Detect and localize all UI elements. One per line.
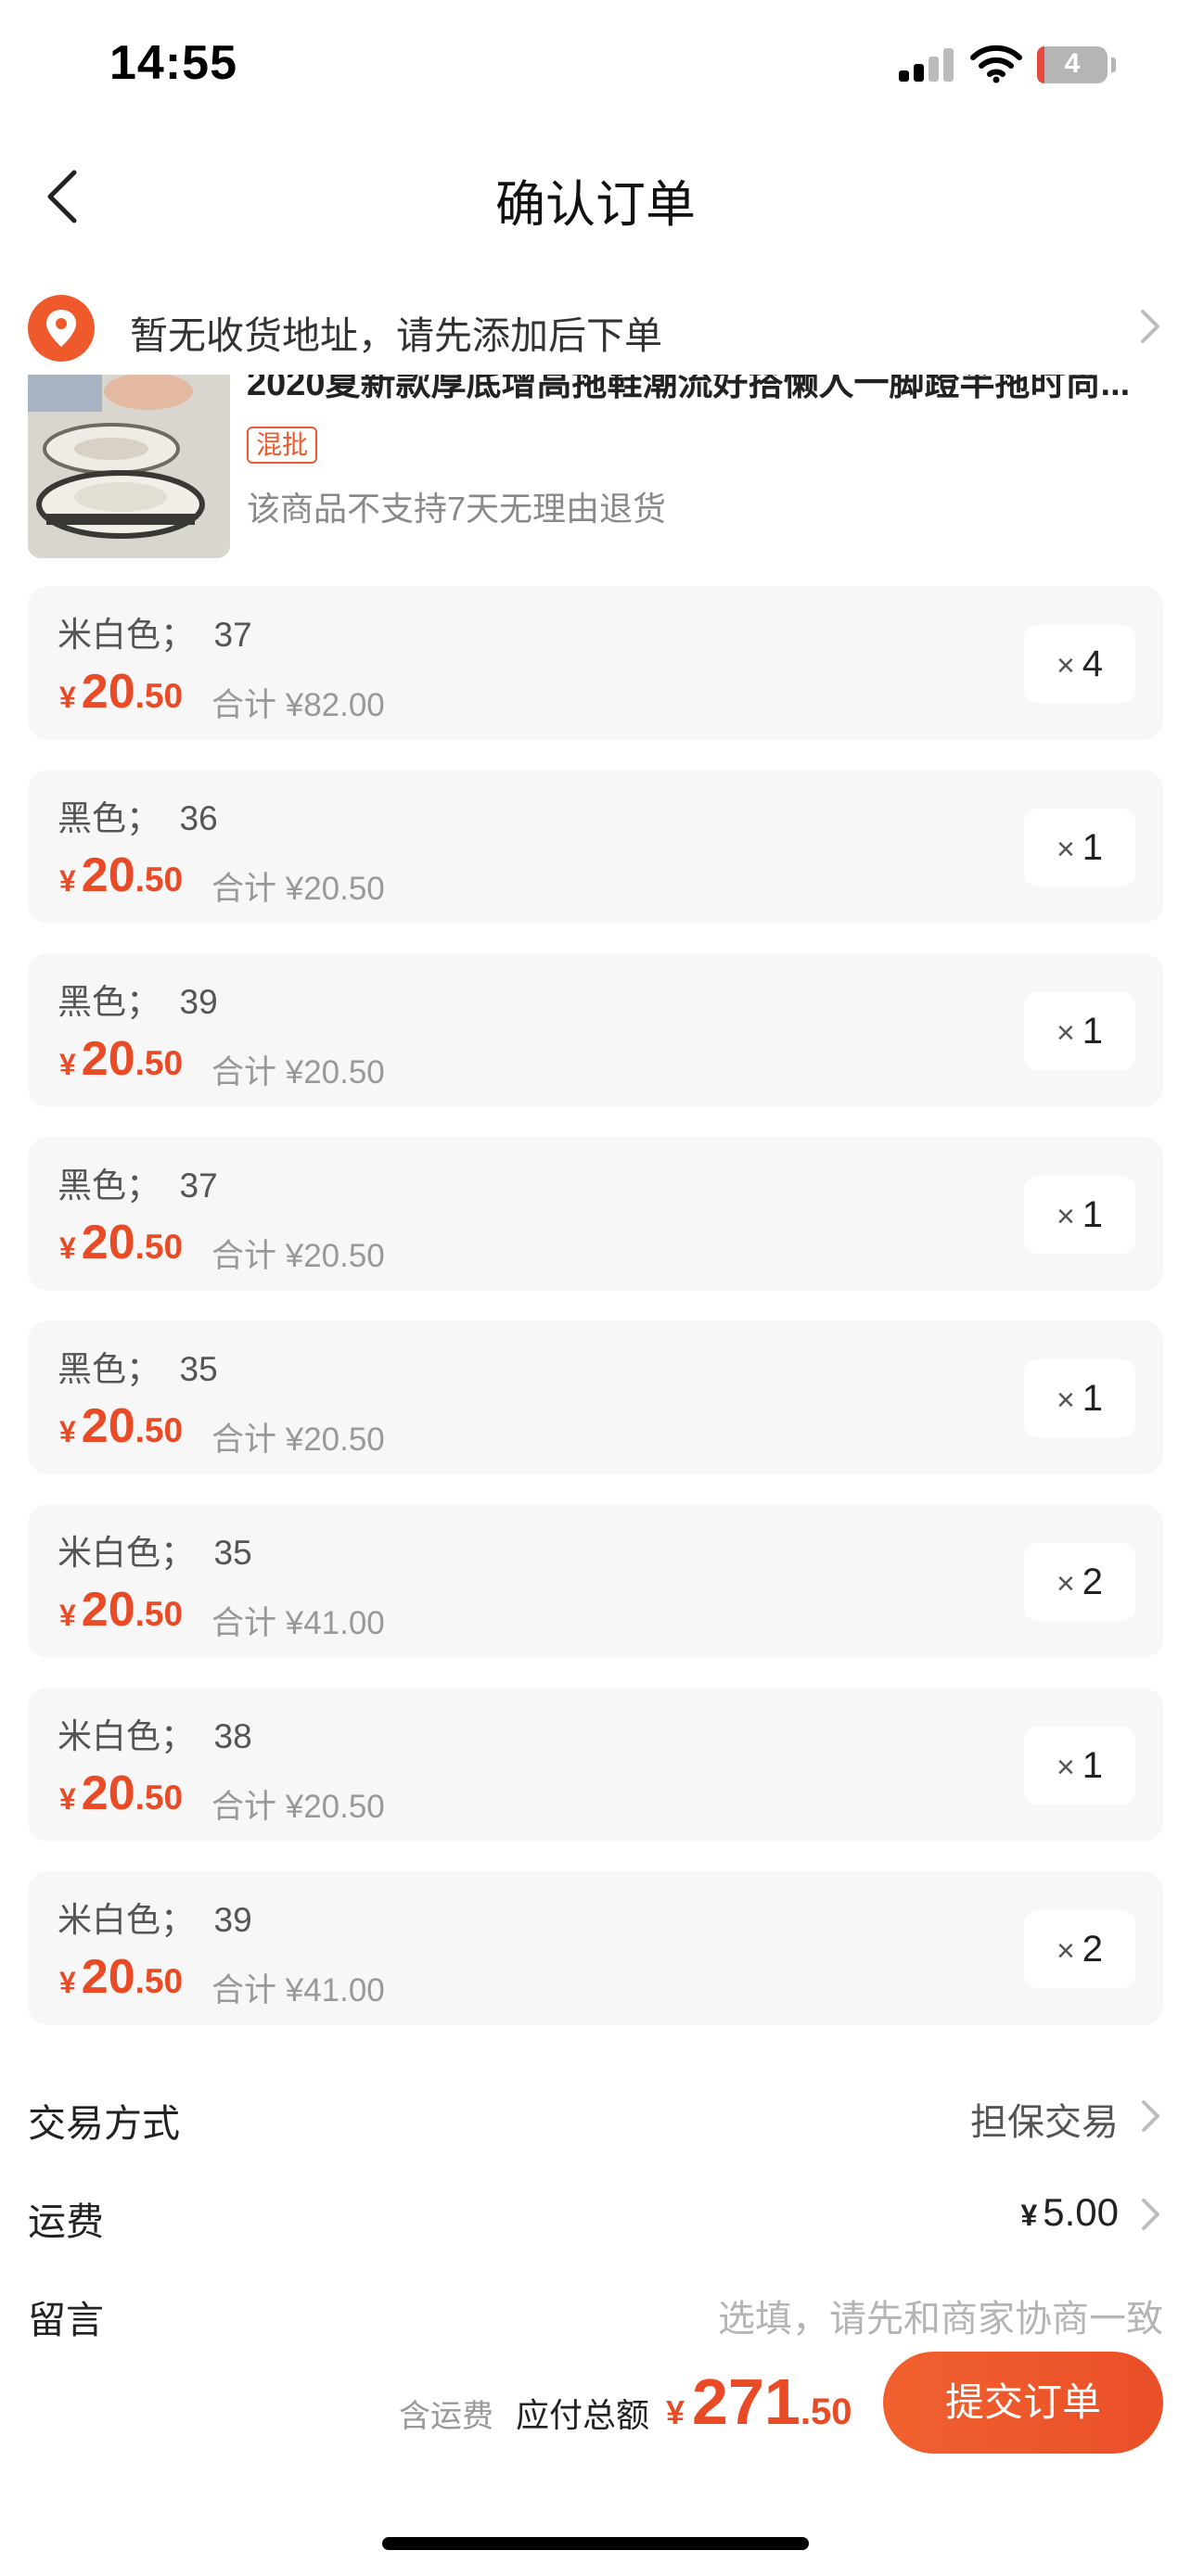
variant-card: 米白色； 35 ¥20.50 合计 ¥41.00 × 2 [28,1504,1163,1658]
variant-unit-price: ¥20.50 [59,848,184,902]
memo-label: 留言 [28,2299,104,2341]
battery-icon: 4 [1037,46,1108,83]
variant-quantity[interactable]: × 2 [1024,1910,1135,1988]
status-bar: 14:55 4 [0,0,1191,139]
home-indicator [382,2537,809,2550]
variant-card: 米白色； 38 ¥20.50 合计 ¥20.50 × 1 [28,1688,1163,1842]
product-tag-badge: 混批 [247,427,318,464]
trade-method-row[interactable]: 交易方式 担保交易 [0,2073,1191,2157]
cellular-signal-icon [899,48,954,82]
product-return-note: 该商品不支持7天无理由退货 [247,490,667,528]
variant-subtotal: 合计 ¥20.50 [211,871,385,907]
variant-spec: 米白色； 39 [58,1901,252,1939]
variant-spec: 黑色； 39 [58,983,218,1021]
variant-spec: 黑色； 37 [58,1167,218,1205]
variant-spec: 黑色； 35 [58,1350,218,1388]
variant-spec: 黑色； 36 [58,799,218,837]
freight-value: ¥5.00 [1020,2190,1119,2234]
checkout-bar: 含运费 应付总额 ¥271.50 提交订单 [0,2346,1191,2457]
variant-subtotal: 合计 ¥41.00 [211,1605,385,1641]
freight-row[interactable]: 运费 ¥5.00 [0,2172,1191,2255]
variant-subtotal: 合计 ¥82.00 [211,687,385,723]
variant-subtotal: 合计 ¥20.50 [211,1238,385,1274]
variant-card: 黑色； 37 ¥20.50 合计 ¥20.50 × 1 [28,1137,1163,1291]
variant-quantity[interactable]: × 1 [1024,809,1135,886]
product-summary: 2020夏新款厚底增高拖鞋潮流好搭懒人一脚蹬半拖时尚... 混批 该商品不支持7… [0,364,1191,569]
variant-subtotal: 合计 ¥20.50 [211,1422,385,1458]
freight-label: 运费 [28,2200,104,2243]
variant-quantity[interactable]: × 1 [1024,1727,1135,1804]
variant-quantity[interactable]: × 4 [1024,625,1135,703]
variant-unit-price: ¥20.50 [59,1583,184,1637]
variant-quantity[interactable]: × 1 [1024,1176,1135,1254]
variant-subtotal: 合计 ¥20.50 [211,1054,385,1090]
variant-quantity[interactable]: × 1 [1024,992,1135,1070]
address-prompt: 暂无收货地址，请先添加后下单 [130,314,662,357]
product-thumbnail[interactable] [28,375,230,558]
trade-method-value: 担保交易 [970,2102,1119,2143]
variant-card: 黑色； 35 ¥20.50 合计 ¥20.50 × 1 [28,1320,1163,1474]
variant-unit-price: ¥20.50 [59,1032,184,1086]
variant-quantity[interactable]: × 2 [1024,1543,1135,1621]
variant-card: 米白色； 37 ¥20.50 合计 ¥82.00 × 4 [28,586,1163,740]
trade-method-label: 交易方式 [28,2102,180,2145]
variant-unit-price: ¥20.50 [59,1399,184,1453]
variant-unit-price: ¥20.50 [59,1766,184,1820]
add-address-row[interactable]: 暂无收货地址，请先添加后下单 [0,278,1191,375]
variant-subtotal: 合计 ¥41.00 [211,1972,385,2009]
total-label: 应付总额 [516,2396,650,2434]
page-title: 确认订单 [495,177,696,233]
variant-card: 黑色； 39 ¥20.50 合计 ¥20.50 × 1 [28,953,1163,1107]
variant-spec: 米白色； 37 [58,616,252,654]
memo-row[interactable]: 留言 选填，请先和商家协商一致 [0,2270,1191,2353]
variant-subtotal: 合计 ¥20.50 [211,1789,385,1825]
chevron-right-icon [1141,310,1159,343]
variant-spec: 米白色； 35 [58,1534,252,1572]
variant-card: 米白色； 39 ¥20.50 合计 ¥41.00 × 2 [28,1871,1163,2025]
location-pin-icon [28,295,95,362]
submit-order-button[interactable]: 提交订单 [883,2352,1163,2454]
wifi-icon [970,45,1022,83]
variant-unit-price: ¥20.50 [59,1216,184,1269]
freight-included-note: 含运费 [399,2399,493,2434]
variant-card: 黑色； 36 ¥20.50 合计 ¥20.50 × 1 [28,770,1163,924]
battery-level: 4 [1064,48,1081,79]
variant-unit-price: ¥20.50 [59,665,184,719]
variant-spec: 米白色； 38 [58,1717,252,1755]
chevron-right-icon [1142,2199,1159,2230]
status-time: 14:55 [109,36,237,90]
chevron-right-icon [1142,2100,1159,2132]
variant-unit-price: ¥20.50 [59,1950,184,2004]
variant-quantity[interactable]: × 1 [1024,1359,1135,1437]
memo-input[interactable]: 选填，请先和商家协商一致 [718,2289,1163,2342]
total-amount: ¥271.50 [666,2366,852,2438]
